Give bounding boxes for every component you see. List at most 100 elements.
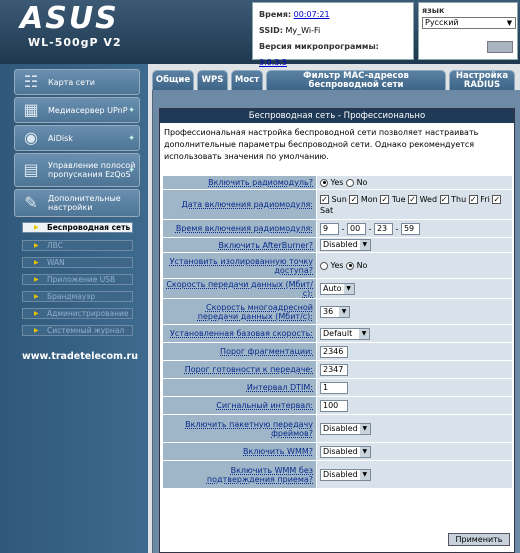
submenu-wireless[interactable]: ▶ Беспроводная сеть: [22, 222, 133, 233]
wmm-label: Включить WMM?: [162, 442, 317, 461]
tab-wps[interactable]: WPS: [197, 70, 228, 90]
data-rate-select[interactable]: Auto ▼: [320, 282, 355, 295]
select-value: 36: [323, 306, 334, 316]
select-value: Disabled: [323, 469, 358, 479]
tab-general[interactable]: Общие: [152, 70, 194, 90]
language-selected: Русский: [425, 18, 459, 27]
menu-label: AiDisk: [48, 133, 73, 143]
language-select[interactable]: Русский ▼: [422, 17, 516, 29]
asus-logo: ASUS: [20, 1, 119, 36]
end-minute-input[interactable]: 59: [400, 222, 420, 235]
submenu-lan[interactable]: ▶ ЛВС: [22, 240, 133, 251]
menu-label: Медиасервер UPnP: [48, 105, 128, 115]
day-checkboxes: ✓ Sun ✓ Mon ✓ Tue ✓ Wed ✓ Thu ✓ Fri ✓ Sat: [316, 189, 513, 220]
chevron-down-icon: ▼: [343, 283, 354, 294]
isolated-yes-radio[interactable]: [320, 261, 328, 270]
tab-mac-filter[interactable]: Фильтр MAC-адресов беспроводной сети: [266, 70, 446, 90]
submenu-label: Приложение USB: [47, 275, 116, 284]
menu-ezqos[interactable]: ▤ Управление полосой пропускания EzQoS ✦: [14, 153, 140, 187]
firmware-link[interactable]: 3.0.3.5: [259, 58, 287, 67]
arrow-right-icon: ▶: [34, 310, 39, 317]
day-wed-checkbox[interactable]: ✓: [408, 194, 418, 204]
day-sat-checkbox[interactable]: ✓: [492, 194, 502, 204]
chevron-down-icon: ▼: [339, 306, 349, 317]
wmm-select[interactable]: Disabled ▼: [320, 445, 371, 458]
settings-table: Включить радиомодуль? Yes No Дата включе…: [162, 175, 513, 489]
option-label: No: [356, 178, 368, 187]
submenu-wan[interactable]: ▶ WAN: [22, 257, 133, 268]
tab-bridge[interactable]: Мост: [231, 70, 263, 90]
media-server-icon: ▦: [23, 100, 39, 119]
dtim-input[interactable]: 1: [320, 381, 348, 394]
menu-upnp-media-server[interactable]: ▦ Медиасервер UPnP ✦: [14, 97, 140, 123]
header: ASUS WL-500gP V2 Время: 00:07:21 SSID: M…: [0, 0, 520, 67]
arrow-right-icon: ▶: [34, 259, 39, 266]
select-value: Disabled: [323, 240, 358, 249]
arrow-right-icon: ▶: [34, 293, 39, 300]
ssid-label: SSID:: [259, 26, 283, 35]
language-label: язык: [422, 6, 445, 15]
settings-panel: Беспроводная сеть - Профессионально Проф…: [159, 108, 515, 553]
submenu-system-log[interactable]: ▶ Системный журнал: [22, 325, 133, 336]
chevron-down-icon: ▼: [506, 19, 513, 27]
submenu-administration[interactable]: ▶ Администрирование: [22, 308, 133, 319]
beacon-input[interactable]: 100: [320, 399, 348, 412]
option-label: Yes: [330, 178, 344, 187]
menu-aidisk[interactable]: ◉ AiDisk ✦: [14, 125, 140, 151]
time-link[interactable]: 00:07:21: [294, 10, 330, 19]
fragmentation-label: Порог фрагментации:: [162, 342, 317, 361]
aidisk-icon: ◉: [24, 128, 38, 147]
select-value: Auto: [323, 283, 342, 293]
day-label: Tue: [391, 194, 406, 204]
language-apply-button[interactable]: [487, 41, 513, 53]
basic-rate-select[interactable]: Default ▼: [320, 327, 370, 340]
frame-burst-select[interactable]: Disabled ▼: [320, 422, 371, 435]
data-rate-label: Скорость передачи данных (Мбит/с):: [162, 278, 317, 299]
rts-input[interactable]: 2347: [320, 363, 348, 376]
end-hour-input[interactable]: 23: [373, 222, 393, 235]
day-label: Mon: [360, 194, 378, 204]
submenu-usb[interactable]: ▶ Приложение USB: [22, 274, 133, 285]
day-label: Wed: [419, 194, 438, 204]
start-minute-input[interactable]: 00: [346, 222, 366, 235]
submenu-label: Системный журнал: [47, 326, 125, 335]
arrow-right-icon: ▶: [34, 327, 39, 334]
chevron-down-icon: ▼: [359, 240, 370, 250]
submenu-firewall[interactable]: ▶ Брандмауэр: [22, 291, 133, 302]
menu-advanced-settings[interactable]: ✎ Дополнительные настройки: [14, 189, 140, 217]
date-label: Дата включения радиомодуля:: [162, 189, 317, 220]
time-separator: -: [341, 224, 345, 233]
fragmentation-input[interactable]: 2346: [320, 345, 348, 358]
arrow-right-icon: ▶: [34, 224, 39, 231]
day-fri-checkbox[interactable]: ✓: [468, 194, 478, 204]
chevron-down-icon: ▼: [359, 328, 369, 339]
tab-radius[interactable]: Настройка RADIUS: [449, 70, 515, 90]
frame-burst-label: Включить пакетную передачу фреймов?: [162, 414, 317, 443]
day-mon-checkbox[interactable]: ✓: [349, 194, 359, 204]
afterburner-select[interactable]: Disabled ▼: [320, 239, 371, 251]
afterburner-label: Включить AfterBurner?: [162, 237, 317, 253]
day-thu-checkbox[interactable]: ✓: [439, 194, 449, 204]
star-icon: ✦: [128, 133, 135, 143]
day-sun-checkbox[interactable]: ✓: [320, 194, 329, 204]
beacon-label: Сигнальный интервал:: [162, 396, 317, 415]
isolated-no-radio[interactable]: [346, 261, 355, 270]
wmm-noack-label: Включить WMM без подтверждения приема?: [162, 460, 317, 489]
wmm-noack-select[interactable]: Disabled ▼: [320, 468, 371, 481]
start-hour-input[interactable]: 9: [320, 222, 339, 235]
network-map-icon: ☷: [23, 72, 39, 91]
menu-network-map[interactable]: ☷ Карта сети: [14, 69, 140, 95]
submenu-label: Беспроводная сеть: [47, 223, 131, 232]
multicast-rate-select[interactable]: 36 ▼: [320, 305, 350, 318]
arrow-right-icon: ▶: [34, 242, 39, 249]
radio-yes[interactable]: [320, 178, 328, 187]
day-tue-checkbox[interactable]: ✓: [380, 194, 390, 204]
select-value: Disabled: [323, 423, 358, 433]
radio-no[interactable]: [346, 178, 355, 187]
submenu-label: Брандмауэр: [47, 292, 96, 301]
time-separator: -: [395, 224, 399, 233]
ezqos-icon: ▤: [23, 160, 39, 179]
basic-rate-label: Установленная базовая скорость:: [162, 324, 317, 343]
apply-button[interactable]: Применить: [448, 533, 510, 546]
submenu-label: ЛВС: [47, 241, 64, 250]
